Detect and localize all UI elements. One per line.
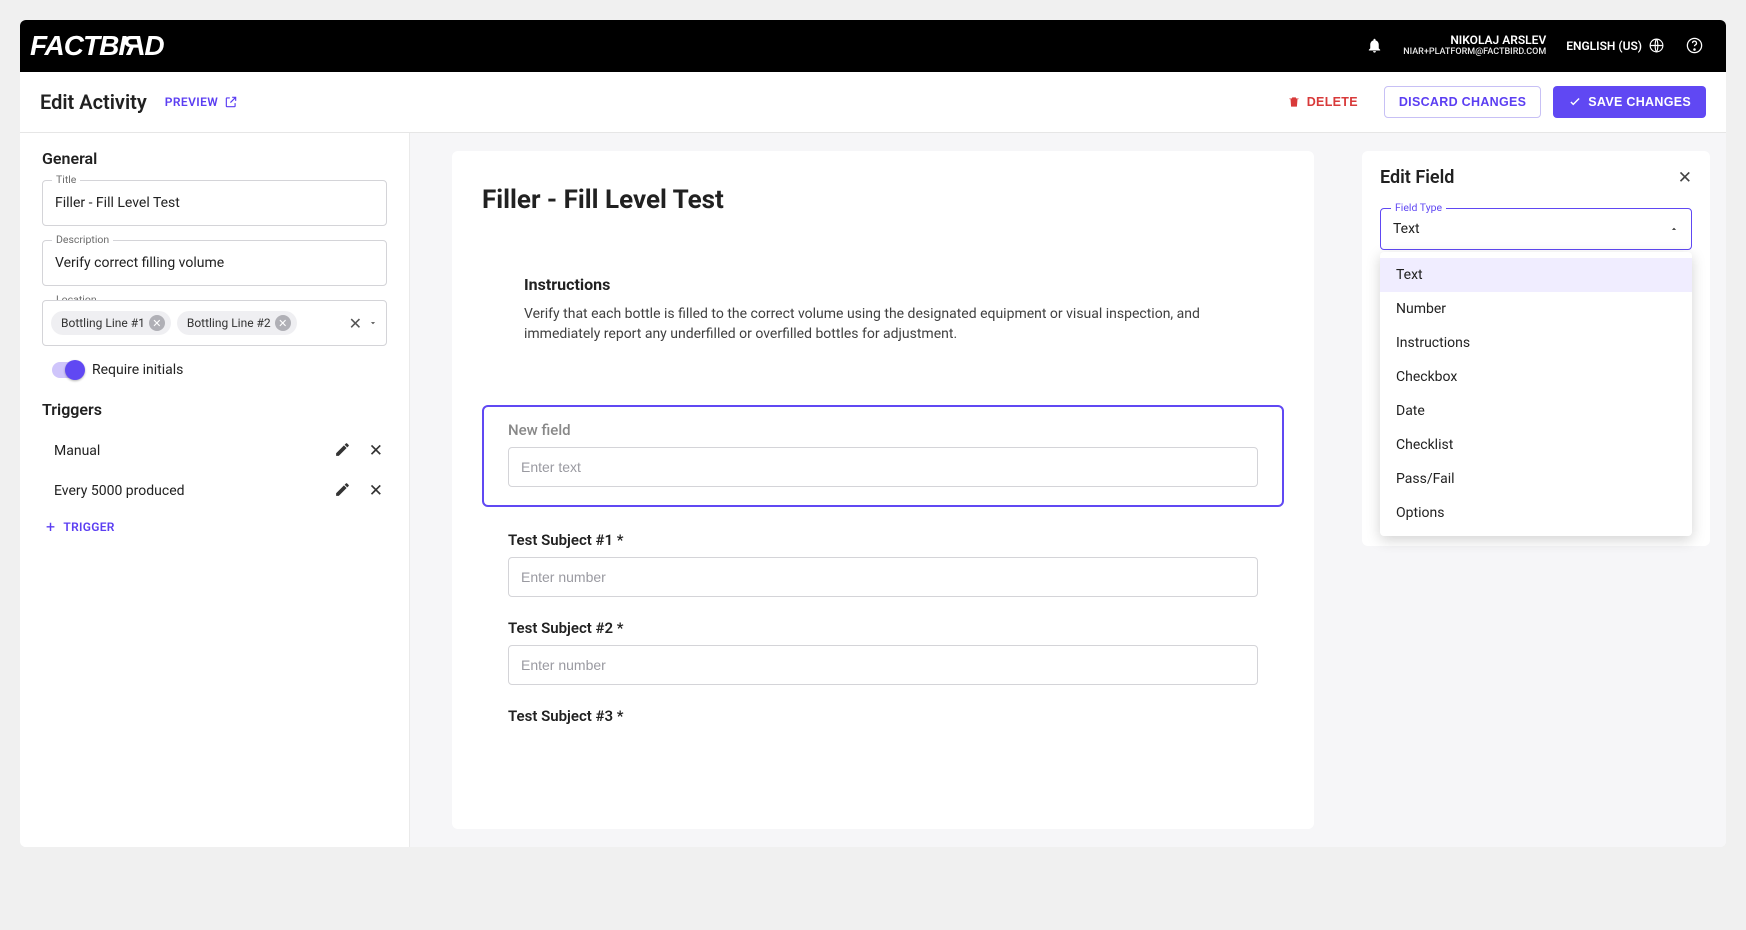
page-title: Edit Activity (40, 90, 147, 114)
trigger-row: Manual ✕ (42, 431, 387, 471)
require-initials-toggle[interactable]: Require initials (52, 362, 387, 378)
top-bar: FACTBIRD NIKOLAJ ARSLEV NIAR+PLATFORM@FA… (20, 20, 1726, 72)
edit-icon[interactable] (334, 481, 351, 498)
globe-icon (1648, 37, 1665, 54)
notifications-icon[interactable] (1366, 37, 1383, 54)
save-button[interactable]: SAVE CHANGES (1553, 86, 1706, 118)
activity-preview-card: Filler - Fill Level Test Instructions Ve… (452, 151, 1314, 829)
trash-icon (1287, 95, 1301, 109)
toggle-switch[interactable] (52, 362, 82, 378)
page-header: Edit Activity PREVIEW DELETE DISCARD CHA… (20, 72, 1726, 133)
caret-down-icon[interactable] (368, 318, 378, 328)
discard-button[interactable]: DISCARD CHANGES (1384, 86, 1541, 118)
description-field[interactable]: Description Verify correct filling volum… (42, 240, 387, 286)
description-input[interactable]: Verify correct filling volume (42, 240, 387, 286)
add-trigger-button[interactable]: + TRIGGER (42, 517, 387, 536)
selected-field[interactable]: New field (482, 405, 1284, 507)
instructions-block: Instructions Verify that each bottle is … (482, 275, 1284, 345)
location-chip[interactable]: Bottling Line #1 ✕ (51, 311, 171, 335)
new-field-input[interactable] (508, 447, 1258, 487)
edit-field-panel: Edit Field ✕ Field Type Text Text Number (1362, 151, 1710, 546)
field-input[interactable] (508, 645, 1258, 685)
title-input[interactable]: Filler - Fill Level Test (42, 180, 387, 226)
trigger-row: Every 5000 produced ✕ (42, 471, 387, 511)
field-input[interactable] (508, 557, 1258, 597)
location-chip[interactable]: Bottling Line #2 ✕ (177, 311, 297, 335)
dropdown-option-instructions[interactable]: Instructions (1380, 326, 1692, 360)
dropdown-option-number[interactable]: Number (1380, 292, 1692, 326)
help-icon[interactable] (1685, 36, 1704, 55)
dropdown-option-passfail[interactable]: Pass/Fail (1380, 462, 1692, 496)
remove-chip-icon[interactable]: ✕ (149, 315, 165, 331)
edit-icon[interactable] (334, 441, 351, 458)
user-name: NIKOLAJ ARSLEV (1403, 34, 1546, 47)
clear-all-icon[interactable]: ✕ (349, 314, 362, 333)
activity-title: Filler - Fill Level Test (482, 185, 1284, 215)
dropdown-option-checkbox[interactable]: Checkbox (1380, 360, 1692, 394)
form-field[interactable]: Test Subject #3 * (508, 707, 1258, 725)
title-field[interactable]: Title Filler - Fill Level Test (42, 180, 387, 226)
general-heading: General (42, 149, 387, 168)
triggers-heading: Triggers (42, 400, 387, 419)
brand-logo: FACTBIRD (30, 30, 164, 62)
close-icon[interactable]: ✕ (1678, 168, 1692, 188)
preview-link[interactable]: PREVIEW (165, 95, 238, 109)
dropdown-option-text[interactable]: Text (1380, 258, 1692, 292)
sidebar-general: General Title Filler - Fill Level Test D… (20, 133, 410, 847)
user-email: NIAR+PLATFORM@FACTBIRD.COM (1403, 48, 1546, 58)
external-link-icon (224, 95, 238, 109)
delete-trigger-icon[interactable]: ✕ (369, 481, 383, 501)
location-field[interactable]: Location Bottling Line #1 ✕ Bottling Lin… (42, 300, 387, 346)
remove-chip-icon[interactable]: ✕ (275, 315, 291, 331)
dropdown-option-date[interactable]: Date (1380, 394, 1692, 428)
field-type-select[interactable]: Field Type Text (1380, 208, 1692, 250)
check-icon (1568, 95, 1582, 109)
form-field[interactable]: Test Subject #1 * (508, 531, 1258, 597)
form-field[interactable]: Test Subject #2 * (508, 619, 1258, 685)
user-menu[interactable]: NIKOLAJ ARSLEV NIAR+PLATFORM@FACTBIRD.CO… (1403, 34, 1546, 57)
language-selector[interactable]: ENGLISH (US) (1566, 37, 1665, 54)
field-type-dropdown: Text Number Instructions Checkbox Date C… (1380, 252, 1692, 536)
delete-trigger-icon[interactable]: ✕ (369, 441, 383, 461)
caret-up-icon (1669, 224, 1679, 234)
edit-field-title: Edit Field (1380, 167, 1454, 188)
dropdown-option-checklist[interactable]: Checklist (1380, 428, 1692, 462)
delete-button[interactable]: DELETE (1273, 87, 1372, 117)
plus-icon: + (46, 517, 55, 536)
dropdown-option-options[interactable]: Options (1380, 496, 1692, 530)
